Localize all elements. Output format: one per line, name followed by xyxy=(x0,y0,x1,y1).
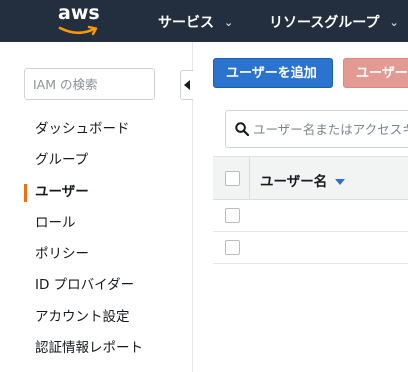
sidebar-item-policies[interactable]: ポリシー xyxy=(0,239,192,270)
top-navigation-bar: aws サービス ⌄ リソースグループ ⌄ xyxy=(0,0,408,42)
column-divider xyxy=(249,157,250,199)
sidebar-nav: ダッシュボード グループ ユーザー ロール ポリシー ID プロバイダー アカウ… xyxy=(0,114,192,364)
column-header-label: ユーザー名 xyxy=(260,174,328,190)
iam-search-input[interactable] xyxy=(25,69,154,99)
services-menu[interactable]: サービス ⌄ xyxy=(158,12,233,32)
table-row[interactable] xyxy=(213,200,408,232)
chevron-down-icon: ⌄ xyxy=(389,16,399,29)
sidebar-collapse-button[interactable] xyxy=(180,70,193,100)
sidebar-item-credential-report[interactable]: 認証情報レポート xyxy=(0,333,192,364)
sidebar-item-label: グループ xyxy=(35,152,89,169)
services-menu-label: サービス xyxy=(158,15,214,31)
aws-logo-text: aws xyxy=(58,2,100,24)
sort-down-icon[interactable] xyxy=(335,179,346,185)
sidebar-item-label: ダッシュボード xyxy=(35,121,130,137)
table-header: ユーザー名 xyxy=(213,156,408,200)
search-icon xyxy=(235,122,249,136)
aws-smile-icon xyxy=(58,25,98,36)
sidebar-item-roles[interactable]: ロール xyxy=(0,208,192,239)
resource-groups-menu-label: リソースグループ xyxy=(269,15,380,31)
row-checkbox[interactable] xyxy=(225,240,240,255)
sidebar-item-label: ポリシー xyxy=(35,246,89,263)
sidebar-item-label: ユーザー xyxy=(35,183,89,200)
table-row[interactable] xyxy=(213,232,408,264)
add-user-button[interactable]: ユーザーを追加 xyxy=(213,58,333,88)
iam-search-box xyxy=(24,68,155,100)
main-content: ユーザーを追加 ユーザーを削除 ユーザー名 xyxy=(193,42,408,372)
sidebar-item-dashboard[interactable]: ダッシュボード xyxy=(0,114,192,145)
collapse-left-icon xyxy=(184,80,190,90)
users-table: ユーザー名 xyxy=(213,110,408,280)
sidebar-item-label: ID プロバイダー xyxy=(35,277,135,294)
sidebar-item-label: 認証情報レポート xyxy=(35,340,143,357)
sidebar-item-users[interactable]: ユーザー xyxy=(0,177,192,208)
sidebar-item-label: ロール xyxy=(35,214,76,231)
user-search-input[interactable] xyxy=(253,111,408,147)
sidebar-item-account-settings[interactable]: アカウント設定 xyxy=(0,302,192,333)
select-all-checkbox[interactable] xyxy=(225,171,240,186)
sidebar: ダッシュボード グループ ユーザー ロール ポリシー ID プロバイダー アカウ… xyxy=(0,42,193,372)
sidebar-item-identity-providers[interactable]: ID プロバイダー xyxy=(0,270,192,301)
delete-user-button[interactable]: ユーザーを削除 xyxy=(343,58,408,88)
active-indicator xyxy=(24,183,27,202)
aws-logo-icon[interactable]: aws xyxy=(52,2,112,40)
user-search-box xyxy=(225,110,408,148)
column-header-username[interactable]: ユーザー名 xyxy=(260,170,346,190)
sidebar-item-label: アカウント設定 xyxy=(35,308,130,325)
row-checkbox[interactable] xyxy=(225,208,240,223)
sidebar-item-groups[interactable]: グループ xyxy=(0,145,192,176)
resource-groups-menu[interactable]: リソースグループ ⌄ xyxy=(269,12,399,32)
chevron-down-icon: ⌄ xyxy=(224,16,234,29)
